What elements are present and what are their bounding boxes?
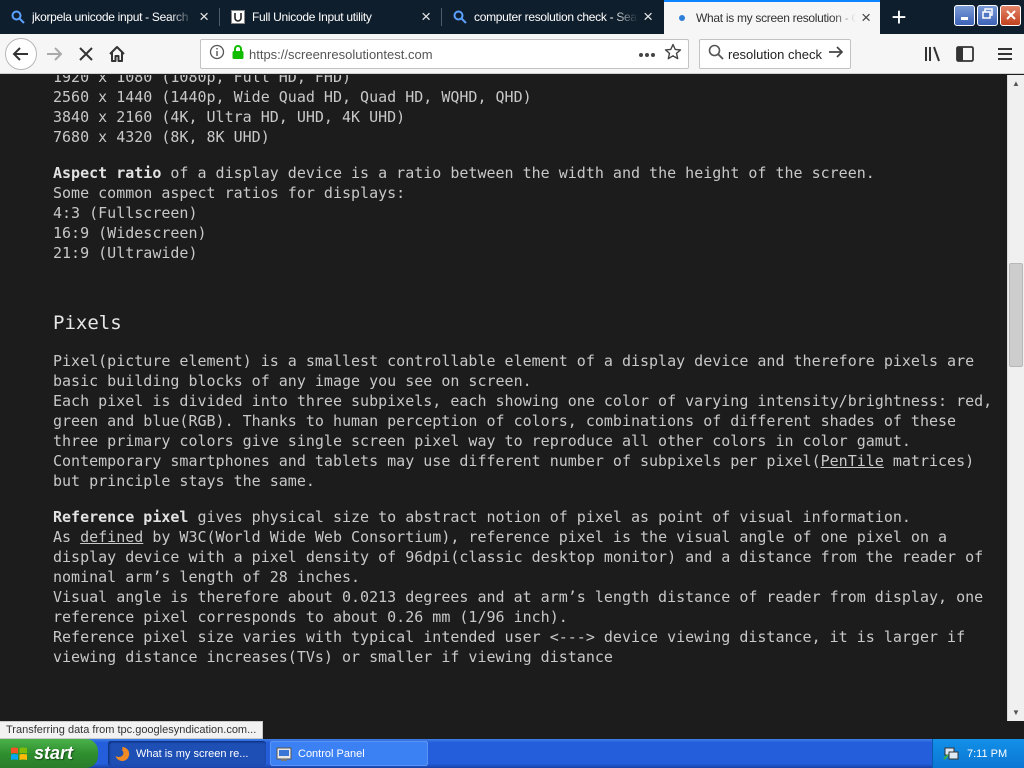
network-icon[interactable]: [943, 745, 959, 766]
dot-favicon-icon: [674, 10, 690, 26]
url-text: https://screenresolutiontest.com: [249, 46, 433, 62]
pixels-paragraph: Each pixel is divided into three subpixe…: [53, 392, 1002, 450]
lock-icon[interactable]: [231, 44, 245, 65]
system-tray: 7:11 PM: [932, 739, 1024, 768]
address-bar[interactable]: https://screenresolutiontest.com: [200, 39, 689, 69]
close-tab-icon[interactable]: ×: [416, 7, 436, 27]
tab-resolution-search[interactable]: computer resolution check - Search ×: [442, 0, 662, 34]
aspect-ratio-definition: Aspect ratio of a display device is a ra…: [53, 164, 875, 182]
resolution-line: 1920 x 1080 (1080p, Full HD, FHD): [53, 75, 352, 86]
close-tab-icon[interactable]: ×: [194, 7, 214, 27]
pentile-link[interactable]: PenTile: [821, 452, 884, 470]
tab-label: computer resolution check - Search: [474, 10, 638, 24]
search-icon: [10, 9, 26, 25]
restore-button[interactable]: [977, 5, 998, 26]
pixels-paragraph: Pixel(picture element) is a smallest con…: [53, 352, 984, 390]
start-label: start: [34, 743, 74, 763]
forward-button[interactable]: [39, 39, 69, 69]
search-icon: [452, 9, 468, 25]
tab-label: What is my screen resolution - Ch: [696, 11, 856, 25]
scrollbar-thumb[interactable]: [1009, 263, 1023, 367]
search-go-arrow-icon[interactable]: [828, 44, 844, 65]
tab-label: Full Unicode Input utility: [252, 10, 372, 24]
vertical-scrollbar[interactable]: ▲ ▼: [1007, 75, 1024, 721]
control-panel-icon: [276, 746, 292, 762]
reference-pixel-paragraph: As defined by W3C(World Wide Web Consort…: [53, 528, 993, 586]
new-tab-button[interactable]: +: [884, 2, 914, 32]
stop-loading-button[interactable]: [71, 39, 101, 69]
taskbar-item-control-panel[interactable]: Control Panel: [270, 741, 428, 766]
windows-logo-icon: [10, 746, 28, 762]
close-tab-icon[interactable]: ×: [638, 7, 658, 27]
scroll-down-arrow-icon[interactable]: ▼: [1008, 704, 1024, 721]
home-button[interactable]: [102, 39, 132, 69]
unicode-favicon-icon: [230, 9, 246, 25]
page-actions-icon[interactable]: [638, 45, 656, 63]
task-label: What is my screen re...: [136, 747, 249, 760]
resolution-line: 3840 x 2160 (4K, Ultra HD, UHD, 4K UHD): [53, 108, 406, 126]
scroll-up-arrow-icon[interactable]: ▲: [1008, 75, 1024, 92]
library-icon: [925, 46, 940, 62]
search-icon: [708, 44, 724, 65]
firefox-icon: [114, 746, 130, 762]
pixels-paragraph: Contemporary smartphones and tablets may…: [53, 452, 984, 490]
tab-screen-resolution[interactable]: What is my screen resolution - Ch ×: [664, 0, 880, 34]
navigation-toolbar: https://screenresolutiontest.com: [0, 34, 1024, 74]
window-close-button[interactable]: [1000, 5, 1021, 26]
library-button[interactable]: [918, 39, 948, 69]
home-icon: [109, 46, 125, 62]
reference-pixel-paragraph: Reference pixel size varies with typical…: [53, 628, 975, 666]
back-arrow-icon: [12, 47, 28, 61]
clock: 7:11 PM: [967, 747, 1008, 760]
status-bar: Transferring data from tpc.googlesyndica…: [0, 721, 264, 739]
article: 1920 x 1080 (1080p, Full HD, FHD) 2560 x…: [53, 75, 993, 667]
tab-strip: jkorpela unicode input - Search × Full U…: [0, 0, 1024, 34]
pixels-heading: Pixels: [53, 312, 122, 334]
reference-pixel-paragraph: Visual angle is therefore about 0.0213 d…: [53, 588, 993, 626]
aspect-ratio-intro: Some common aspect ratios for displays:: [53, 184, 406, 202]
tab-label: jkorpela unicode input - Search: [32, 10, 189, 24]
stop-x-icon: [79, 47, 93, 61]
tab-jkorpela-search[interactable]: jkorpela unicode input - Search ×: [0, 0, 218, 34]
defined-link[interactable]: defined: [80, 528, 143, 546]
forward-arrow-icon: [47, 47, 63, 61]
back-button[interactable]: [5, 38, 37, 70]
search-box[interactable]: [699, 39, 851, 69]
page-content: 1920 x 1080 (1080p, Full HD, FHD) 2560 x…: [0, 75, 1007, 721]
menu-button[interactable]: [990, 39, 1020, 69]
aspect-ratio-line: 16:9 (Widescreen): [53, 224, 207, 242]
minimize-button[interactable]: [954, 5, 975, 26]
hamburger-menu-icon: [998, 48, 1012, 60]
search-input[interactable]: [728, 46, 824, 62]
start-button[interactable]: start: [0, 739, 98, 768]
task-label: Control Panel: [298, 747, 365, 760]
taskbar: start What is my screen re... Control Pa…: [0, 739, 1024, 768]
close-tab-icon[interactable]: ×: [856, 8, 876, 28]
sidebar-icon: [956, 46, 974, 62]
aspect-ratio-line: 21:9 (Ultrawide): [53, 244, 198, 262]
reference-pixel-term: Reference pixel: [53, 508, 189, 526]
reference-pixel-definition: Reference pixel gives physical size to a…: [53, 508, 911, 526]
aspect-ratio-line: 4:3 (Fullscreen): [53, 204, 198, 222]
info-icon[interactable]: [209, 44, 225, 65]
resolution-line: 7680 x 4320 (8K, 8K UHD): [53, 128, 270, 146]
taskbar-item-firefox[interactable]: What is my screen re...: [108, 741, 266, 766]
bookmark-star-icon[interactable]: [664, 43, 682, 66]
tab-unicode-input[interactable]: Full Unicode Input utility ×: [220, 0, 440, 34]
aspect-ratio-term: Aspect ratio: [53, 164, 162, 182]
sidebar-toggle-button[interactable]: [950, 39, 980, 69]
resolution-line: 2560 x 1440 (1440p, Wide Quad HD, Quad H…: [53, 88, 532, 106]
